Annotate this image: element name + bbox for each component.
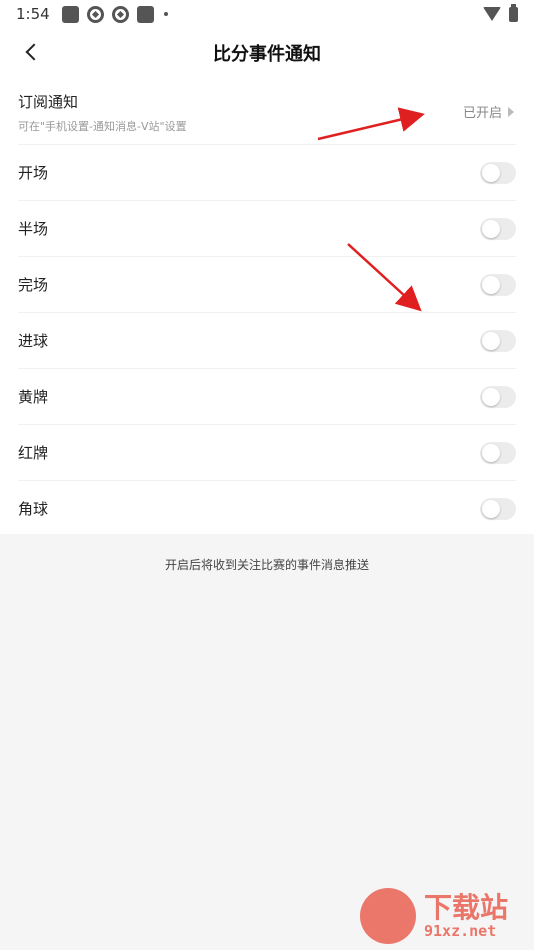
- toggle-knob: [482, 220, 500, 238]
- subscribe-notification-row[interactable]: 订阅通知 可在"手机设置-通知消息-V站"设置 已开启: [0, 76, 534, 144]
- event-row-corner: 角球: [18, 480, 516, 536]
- event-label: 完场: [18, 276, 49, 294]
- toggle-knob: [482, 500, 500, 518]
- event-toggle[interactable]: [480, 386, 516, 408]
- event-row-halftime: 半场: [18, 200, 516, 256]
- subscribe-status-text: 已开启: [462, 106, 502, 121]
- toggle-knob: [482, 276, 500, 294]
- event-label: 红牌: [18, 444, 49, 462]
- toggle-knob: [482, 164, 500, 182]
- toggle-knob: [482, 332, 500, 350]
- watermark: 下载站 91xz.net: [360, 884, 530, 948]
- event-row-red-card: 红牌: [18, 424, 516, 480]
- watermark-logo-icon: [360, 888, 416, 944]
- toggle-knob: [482, 444, 500, 462]
- watermark-brand: 下载站: [424, 891, 509, 924]
- more-notifications-icon: [163, 12, 168, 16]
- event-toggle[interactable]: [480, 498, 516, 520]
- sync-icon: [86, 5, 104, 23]
- settings-card: 订阅通知 可在"手机设置-通知消息-V站"设置 已开启 开场 半场 完场 进球 …: [0, 76, 534, 534]
- sync-icon: [111, 5, 129, 23]
- subscribe-title: 订阅通知: [18, 93, 79, 111]
- event-toggle[interactable]: [480, 442, 516, 464]
- chevron-right-icon: [508, 106, 514, 117]
- battery-icon: [509, 3, 518, 22]
- event-row-fulltime: 完场: [18, 256, 516, 312]
- event-label: 进球: [18, 332, 49, 350]
- status-time: 1:54: [16, 5, 50, 23]
- status-bar: 1:54: [0, 0, 534, 28]
- event-row-kickoff: 开场: [18, 144, 516, 200]
- event-label: 角球: [18, 500, 49, 518]
- page-title: 比分事件通知: [213, 44, 321, 65]
- event-label: 黄牌: [18, 388, 49, 406]
- app-notification-icon: [136, 5, 154, 23]
- event-toggle[interactable]: [480, 162, 516, 184]
- subscribe-status: 已开启: [463, 102, 514, 121]
- event-label: 开场: [18, 164, 49, 182]
- event-toggle[interactable]: [480, 274, 516, 296]
- event-label: 半场: [18, 220, 49, 238]
- event-row-yellow-card: 黄牌: [18, 368, 516, 424]
- status-notification-icons: [61, 5, 168, 23]
- wifi-icon: [483, 7, 501, 21]
- subscribe-description: 可在"手机设置-通知消息-V站"设置: [18, 120, 187, 133]
- event-toggle[interactable]: [480, 330, 516, 352]
- event-row-goal: 进球: [18, 312, 516, 368]
- event-toggle[interactable]: [480, 218, 516, 240]
- app-notification-icon: [61, 5, 79, 23]
- nav-bar: 比分事件通知: [0, 28, 534, 76]
- watermark-site: 91xz.net: [424, 922, 497, 940]
- footer-note: 开启后将收到关注比赛的事件消息推送: [164, 558, 369, 572]
- toggle-knob: [482, 388, 500, 406]
